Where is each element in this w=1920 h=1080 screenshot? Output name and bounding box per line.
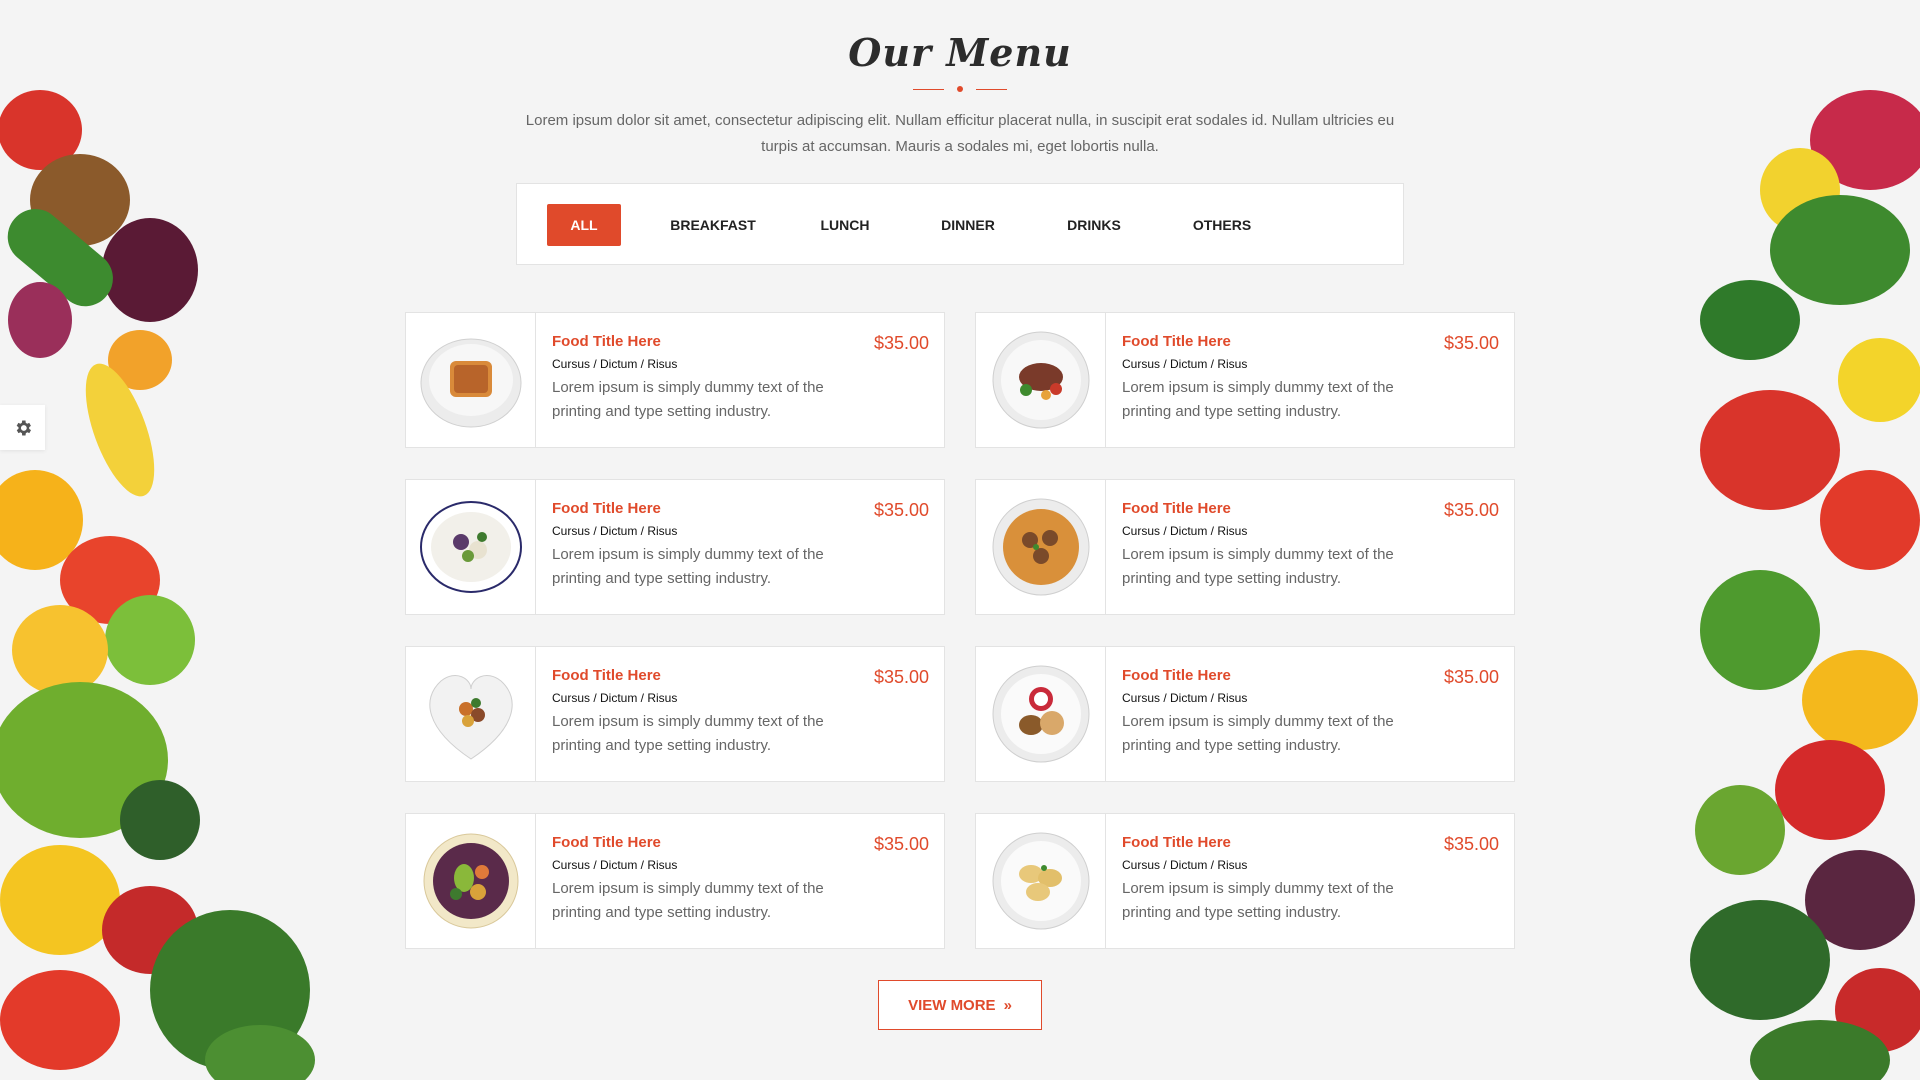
menu-filter-bar: ALL BREAKFAST LUNCH DINNER DRINKS OTHERS xyxy=(516,183,1404,265)
food-title[interactable]: Food Title Here xyxy=(1122,333,1231,350)
food-title[interactable]: Food Title Here xyxy=(552,333,661,350)
food-description: Lorem ipsum is simply dummy text of the … xyxy=(552,546,824,587)
menu-item-card[interactable]: Food Title Here Cursus / Dictum / Risus … xyxy=(405,479,945,615)
settings-button[interactable] xyxy=(0,405,45,450)
food-categories: Cursus / Dictum / Risus xyxy=(552,357,678,371)
menu-item-card[interactable]: Food Title Here Cursus / Dictum / Risus … xyxy=(405,312,945,448)
food-description: Lorem ipsum is simply dummy text of the … xyxy=(1122,546,1394,587)
double-chevron-right-icon: » xyxy=(1003,996,1012,1014)
food-image xyxy=(976,814,1106,948)
food-image xyxy=(406,313,536,447)
food-description: Lorem ipsum is simply dummy text of the … xyxy=(1122,880,1394,921)
filter-tab-dinner[interactable]: DINNER xyxy=(927,204,1009,246)
menu-item-card[interactable]: Food Title Here Cursus / Dictum / Risus … xyxy=(405,646,945,782)
view-more-button[interactable]: VIEW MORE » xyxy=(878,980,1042,1030)
food-description: Lorem ipsum is simply dummy text of the … xyxy=(552,880,824,921)
gear-icon xyxy=(16,420,31,435)
filter-tab-all[interactable]: ALL xyxy=(547,204,621,246)
menu-item-card[interactable]: Food Title Here Cursus / Dictum / Risus … xyxy=(975,312,1515,448)
menu-item-card[interactable]: Food Title Here Cursus / Dictum / Risus … xyxy=(405,813,945,949)
menu-item-card[interactable]: Food Title Here Cursus / Dictum / Risus … xyxy=(975,813,1515,949)
vegetable-border-left xyxy=(0,90,315,1080)
food-description: Lorem ipsum is simply dummy text of the … xyxy=(1122,379,1394,420)
section-title: Our Menu xyxy=(848,30,1072,75)
view-more-label: VIEW MORE xyxy=(908,996,996,1014)
food-description: Lorem ipsum is simply dummy text of the … xyxy=(552,379,824,420)
food-price: $35.00 xyxy=(1443,333,1499,353)
food-title[interactable]: Food Title Here xyxy=(552,500,661,517)
food-description: Lorem ipsum is simply dummy text of the … xyxy=(1122,713,1394,754)
food-title[interactable]: Food Title Here xyxy=(552,667,661,684)
food-categories: Cursus / Dictum / Risus xyxy=(1122,691,1248,705)
food-price: $35.00 xyxy=(1443,667,1499,687)
section-intro: Lorem ipsum dolor sit amet, consectetur … xyxy=(525,112,1395,155)
filter-tab-lunch[interactable]: LUNCH xyxy=(805,204,885,246)
title-divider xyxy=(913,84,1007,94)
food-title[interactable]: Food Title Here xyxy=(1122,667,1231,684)
food-price: $35.00 xyxy=(873,500,929,520)
food-price: $35.00 xyxy=(873,834,929,854)
food-image xyxy=(976,313,1106,447)
filter-tab-drinks[interactable]: DRINKS xyxy=(1053,204,1135,246)
menu-item-card[interactable]: Food Title Here Cursus / Dictum / Risus … xyxy=(975,646,1515,782)
food-image xyxy=(406,647,536,781)
food-categories: Cursus / Dictum / Risus xyxy=(552,691,678,705)
food-categories: Cursus / Dictum / Risus xyxy=(1122,524,1248,538)
food-image xyxy=(406,480,536,614)
filter-tab-others[interactable]: OTHERS xyxy=(1179,204,1265,246)
filter-tab-breakfast[interactable]: BREAKFAST xyxy=(657,204,769,246)
food-description: Lorem ipsum is simply dummy text of the … xyxy=(552,713,824,754)
food-categories: Cursus / Dictum / Risus xyxy=(552,858,678,872)
food-price: $35.00 xyxy=(1443,834,1499,854)
food-title[interactable]: Food Title Here xyxy=(552,834,661,851)
food-image xyxy=(976,647,1106,781)
food-price: $35.00 xyxy=(1443,500,1499,520)
food-image xyxy=(406,814,536,948)
menu-item-card[interactable]: Food Title Here Cursus / Dictum / Risus … xyxy=(975,479,1515,615)
food-title[interactable]: Food Title Here xyxy=(1122,834,1231,851)
food-price: $35.00 xyxy=(873,333,929,353)
vegetable-border-right xyxy=(1690,90,1920,1080)
food-categories: Cursus / Dictum / Risus xyxy=(552,524,678,538)
food-categories: Cursus / Dictum / Risus xyxy=(1122,858,1248,872)
food-image xyxy=(976,480,1106,614)
food-title[interactable]: Food Title Here xyxy=(1122,500,1231,517)
food-categories: Cursus / Dictum / Risus xyxy=(1122,357,1248,371)
food-price: $35.00 xyxy=(873,667,929,687)
